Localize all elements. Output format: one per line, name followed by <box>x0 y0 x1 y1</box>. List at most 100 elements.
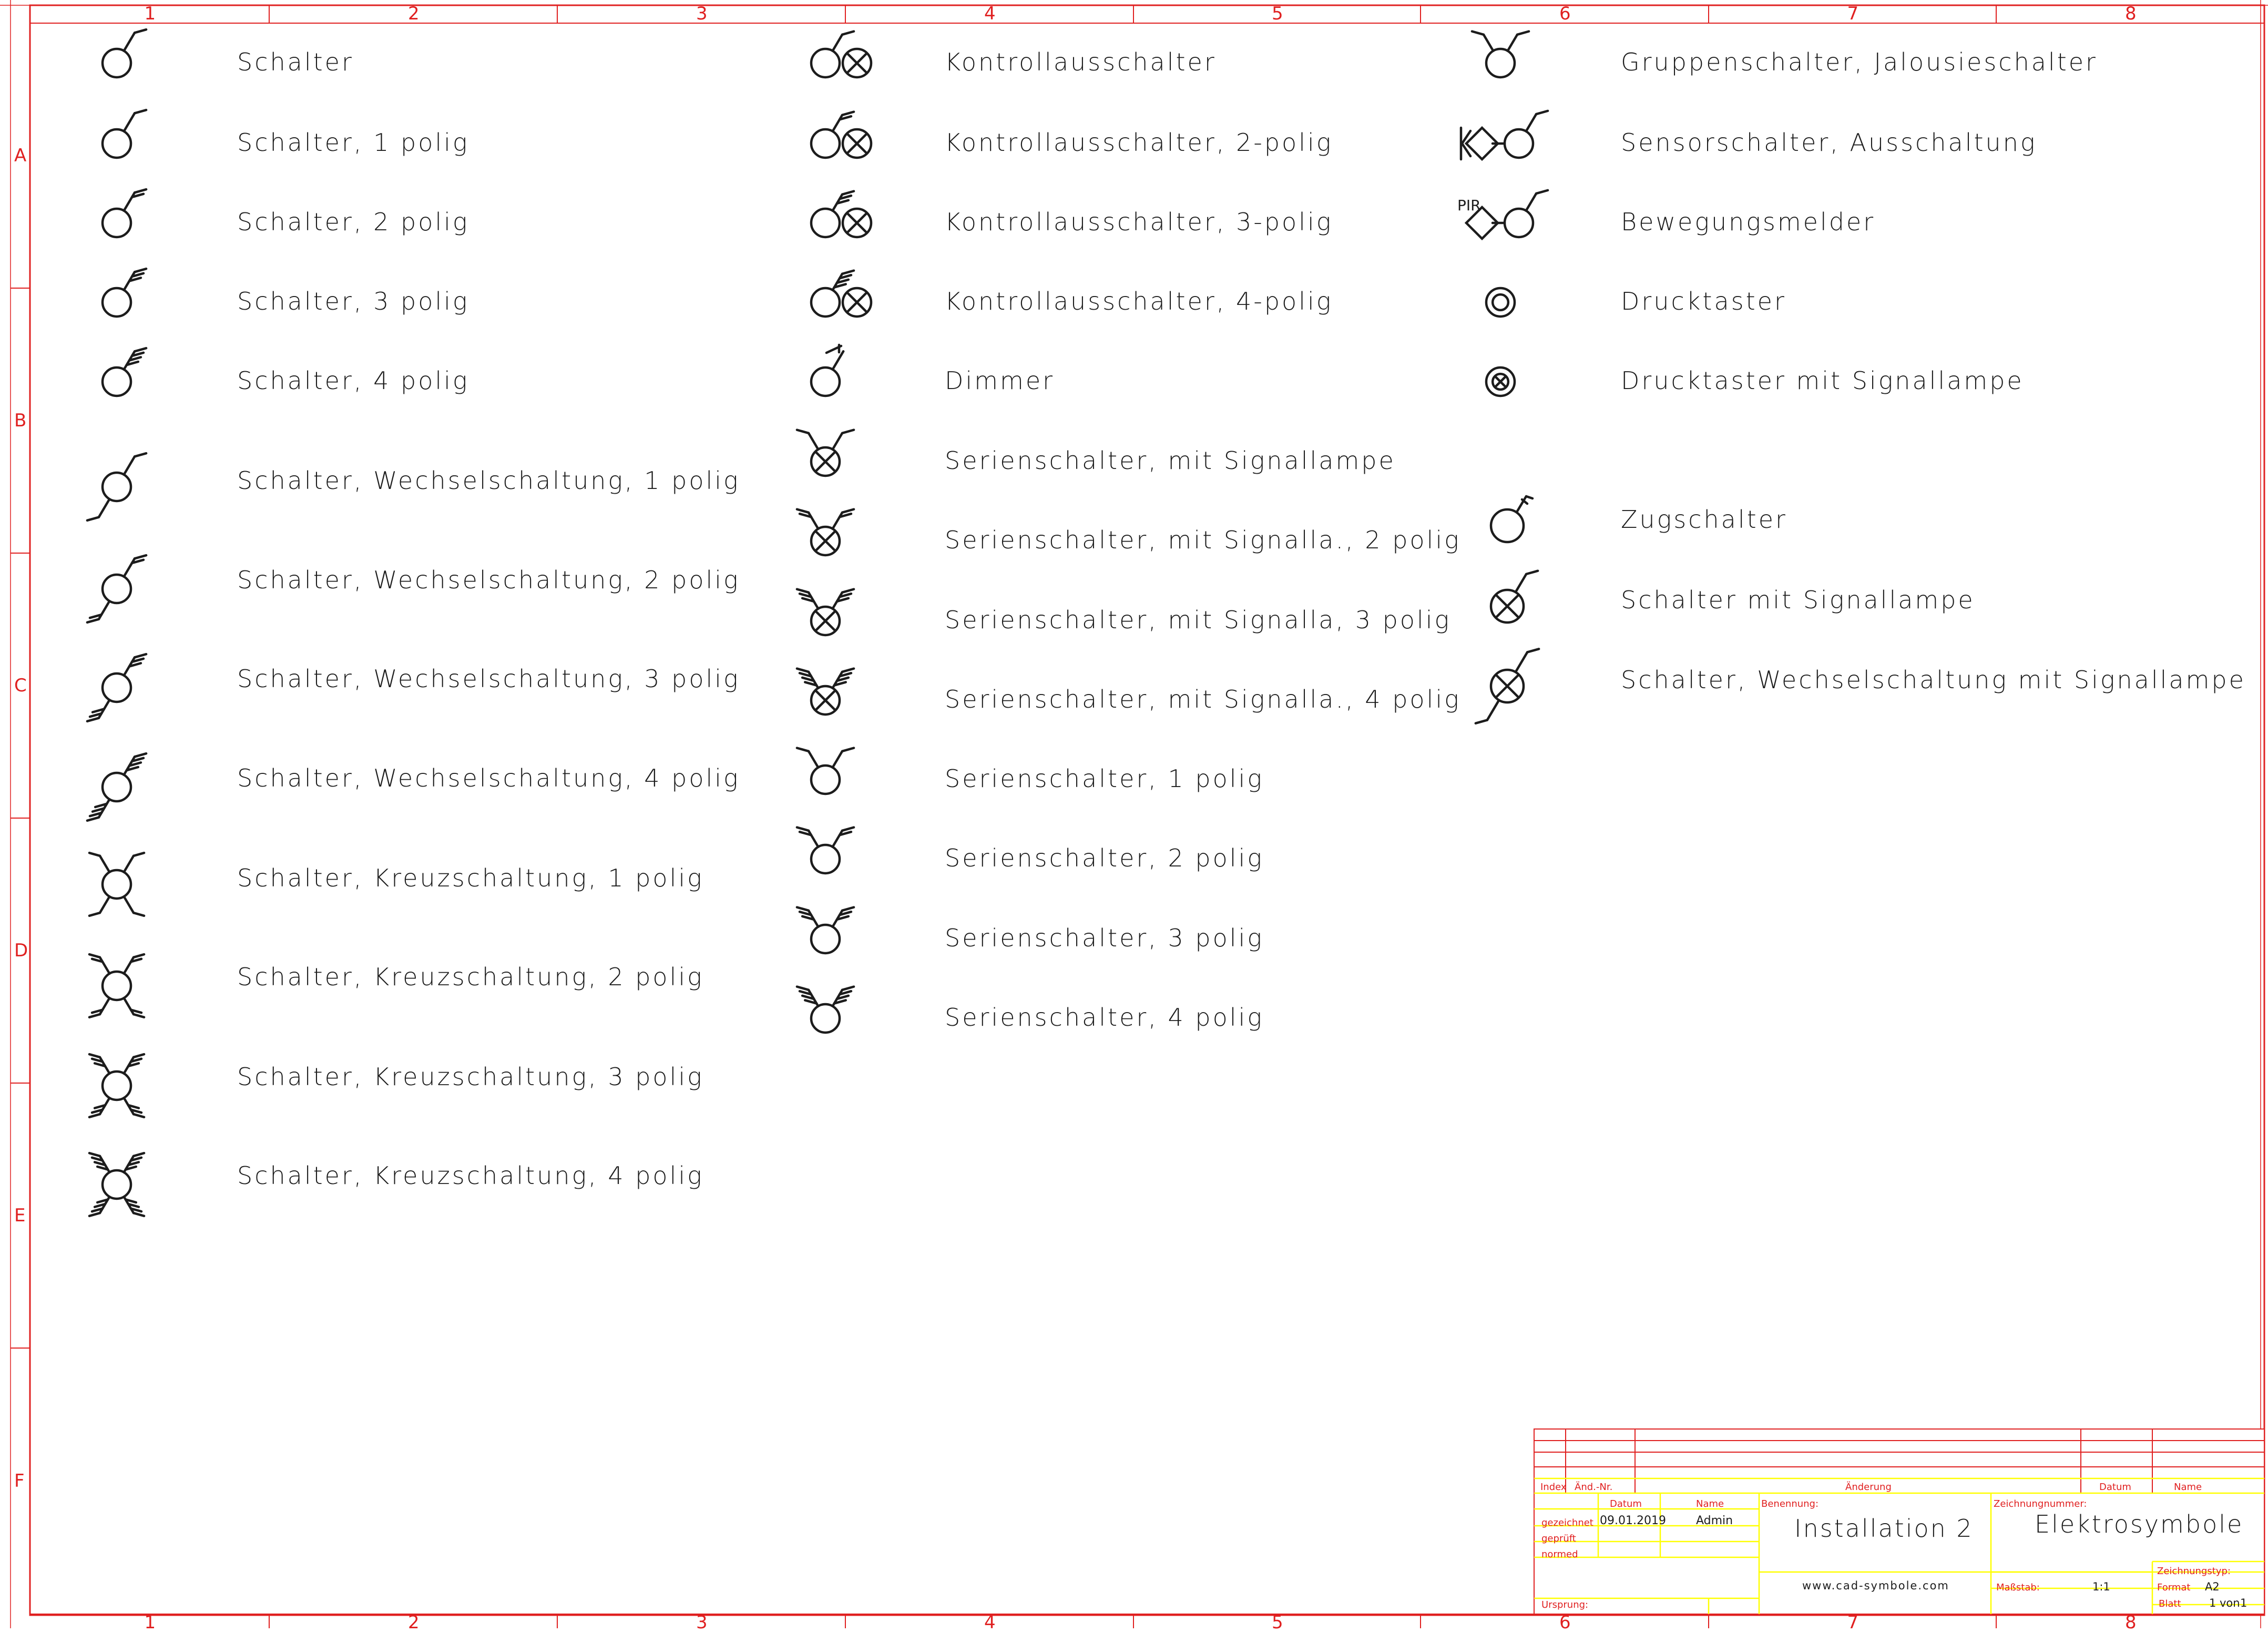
symbol-serien-signal <box>795 428 855 477</box>
tb-gezeichnet-date: 09.01.2019 <box>1600 1514 1666 1527</box>
tb-header-datum: Datum <box>2099 1482 2131 1493</box>
symbol-kontroll-3-polig <box>810 190 873 239</box>
symbol-drucktaster <box>1485 287 1516 318</box>
frame-row-label: C <box>14 675 27 696</box>
symbol-dimmer <box>810 343 845 397</box>
frame-column-label: 5 <box>1272 3 1283 24</box>
symbol-zug <box>1489 495 1534 544</box>
tb-blatt-value: 1 <box>2209 1597 2216 1609</box>
tb-zeichnungsnummer-value: Elektrosymbole <box>2035 1510 2244 1538</box>
frame-row-label: A <box>14 145 27 166</box>
tb-format-label: Format <box>2157 1582 2191 1593</box>
tb-blatt-label: Blatt <box>2159 1598 2181 1609</box>
symbol-serien-4-polig <box>795 985 855 1034</box>
symbol-kreuz-3-polig <box>88 1053 146 1119</box>
symbol-kreuz-1-polig <box>88 851 146 917</box>
frame-column-label: 7 <box>1847 1612 1859 1633</box>
symbol-label: Schalter, 3 polig <box>237 287 469 315</box>
symbol-schalter-4-polig <box>101 346 148 397</box>
symbol-wechsel-1-polig <box>86 452 148 522</box>
tb-header-aenderung: Änderung <box>1845 1482 1892 1493</box>
symbol-label: Schalter, 4 polig <box>237 366 469 395</box>
symbol-kreuz-4-polig <box>88 1151 146 1218</box>
frame-column-label: 6 <box>1559 1612 1571 1633</box>
symbol-label: Schalter, 1 polig <box>237 128 469 157</box>
tb-format-value: A2 <box>2205 1580 2220 1593</box>
symbol-label: Schalter <box>237 48 354 76</box>
symbol-label: Serienschalter, mit Signalla., 2 polig <box>945 526 1461 554</box>
symbol-label: Gruppenschalter, Jalousieschalter <box>1621 48 2098 76</box>
symbol-label: Drucktaster mit Signallampe <box>1621 366 2024 395</box>
tb-header-name: Name <box>2174 1482 2202 1493</box>
symbol-wechsel-4-polig <box>86 752 148 822</box>
frame-column-label: 8 <box>2125 3 2137 24</box>
frame-column-label: 1 <box>144 3 156 24</box>
frame-column-label: 3 <box>696 3 708 24</box>
symbol-serien-2-polig <box>795 826 855 875</box>
symbol-schalter-3-polig <box>101 267 148 318</box>
symbol-serien-signal-3-polig <box>795 588 855 637</box>
symbol-wechsel-signal <box>1474 648 1540 724</box>
symbol-wechsel-3-polig <box>86 652 148 723</box>
frame-column-label: 8 <box>2125 1612 2137 1633</box>
frame-border <box>29 4 2265 1616</box>
tb-normed-label: normed <box>1541 1549 1578 1560</box>
frame-column-label: 6 <box>1559 3 1571 24</box>
frame-column-label: 7 <box>1847 3 1859 24</box>
symbol-label: Kontrollausschalter, 3-polig <box>945 208 1333 236</box>
tb-datum-label: Datum <box>1610 1498 1642 1509</box>
symbol-label: Zugschalter <box>1621 505 1787 534</box>
frame-column-label: 5 <box>1272 1612 1283 1633</box>
tb-geprueft-label: geprüft <box>1541 1533 1576 1544</box>
pir-tag: PIR <box>1457 197 1481 214</box>
symbol-kontroll-4-polig <box>810 269 873 318</box>
tb-zeichnungstyp-label: Zeichnungstyp: <box>2157 1566 2231 1577</box>
symbol-label: Serienschalter, 2 polig <box>945 844 1264 872</box>
tb-zeichnungsnummer-label: Zeichnungnummer: <box>1994 1498 2087 1509</box>
symbol-label: Kontrollausschalter, 4-polig <box>945 287 1333 315</box>
symbol-schalter-2-polig <box>101 188 148 239</box>
frame-column-label: 4 <box>984 1612 996 1633</box>
symbol-label: Schalter, Wechselschaltung, 1 polig <box>237 466 740 495</box>
symbol-label: Serienschalter, 4 polig <box>945 1003 1264 1032</box>
symbol-label: Kontrollausschalter, 2-polig <box>945 128 1333 157</box>
symbol-label: Serienschalter, mit Signalla., 4 polig <box>945 685 1461 713</box>
tb-ursprung-label: Ursprung: <box>1541 1599 1589 1610</box>
frame-row-label: B <box>14 410 27 431</box>
symbol-label: Schalter, Wechselschaltung, 2 polig <box>237 566 740 594</box>
symbol-label: Schalter, Kreuzschaltung, 2 polig <box>237 963 704 991</box>
symbol-wechsel-2-polig <box>86 554 148 624</box>
symbol-kontroll-2-polig <box>810 110 873 159</box>
frame-column-label: 2 <box>408 1612 420 1633</box>
drawing-frame <box>0 0 2268 1628</box>
symbol-label: Serienschalter, 3 polig <box>945 924 1264 952</box>
symbol-label: Serienschalter, mit Signalla, 3 polig <box>945 606 1452 634</box>
symbol-serien-signal-4-polig <box>795 667 855 716</box>
drawing-sheet <box>0 0 2268 1628</box>
symbol-label: Dimmer <box>945 366 1055 395</box>
symbol-sensor <box>1459 109 1549 161</box>
frame-row-label: F <box>14 1471 25 1492</box>
symbol-label: Bewegungsmelder <box>1621 208 1876 236</box>
symbol-serien-1-polig <box>795 747 855 795</box>
frame-column-label: 2 <box>408 3 420 24</box>
symbol-label: Schalter mit Signallampe <box>1621 586 1975 614</box>
symbol-label: Drucktaster <box>1621 287 1786 315</box>
symbol-label: Schalter, Wechselschaltung, 4 polig <box>237 764 740 792</box>
symbol-label: Kontrollausschalter <box>945 48 1217 76</box>
frame-column-label: 3 <box>696 1612 708 1633</box>
symbol-label: Schalter, Wechselschaltung mit Signallam… <box>1621 666 2246 694</box>
tb-name-label: Name <box>1696 1498 1724 1509</box>
symbol-schalter-signal <box>1489 569 1539 624</box>
symbol-gruppen <box>1470 30 1530 79</box>
symbol-label: Schalter, 2 polig <box>237 208 469 236</box>
tb-website: www.cad-symbole.com <box>1802 1579 1949 1592</box>
symbol-label: Sensorschalter, Ausschaltung <box>1621 128 2037 157</box>
symbol-drucktaster-signal <box>1485 366 1516 397</box>
tb-von-label: von <box>2220 1597 2240 1609</box>
tb-massstab-value: 1:1 <box>2092 1580 2110 1593</box>
tb-massstab-label: Maßstab: <box>1996 1582 2040 1593</box>
frame-row-label: D <box>14 940 28 961</box>
symbol-label: Serienschalter, 1 polig <box>945 764 1264 793</box>
frame-row-label: E <box>14 1205 26 1226</box>
